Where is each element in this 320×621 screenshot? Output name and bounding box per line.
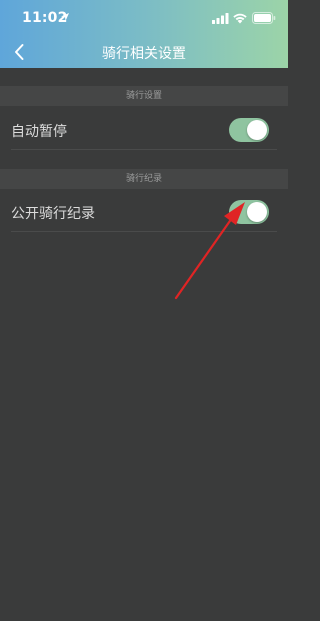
section-header-ride-settings: 骑行设置 — [0, 86, 288, 106]
cellular-signal-icon — [212, 13, 229, 24]
annotation-arrow-icon — [174, 202, 245, 300]
app-header: 11:02 骑行相关设置 — [0, 0, 288, 68]
setting-label-auto-pause: 自动暂停 — [11, 124, 67, 140]
battery-icon — [252, 12, 276, 24]
location-arrow-icon — [61, 13, 69, 21]
wifi-icon — [233, 13, 247, 24]
auto-pause-toggle[interactable] — [229, 118, 269, 142]
page-title: 骑行相关设置 — [102, 46, 186, 62]
section-header-ride-records: 骑行纪录 — [0, 169, 288, 189]
status-bar: 11:02 — [0, 0, 288, 36]
row-divider — [11, 149, 277, 150]
toggle-knob — [247, 202, 267, 222]
setting-row-auto-pause[interactable]: 自动暂停 — [0, 110, 288, 150]
nav-bar: 骑行相关设置 — [0, 36, 288, 68]
toggle-knob — [247, 120, 267, 140]
setting-label-public-records: 公开骑行纪录 — [11, 206, 95, 222]
